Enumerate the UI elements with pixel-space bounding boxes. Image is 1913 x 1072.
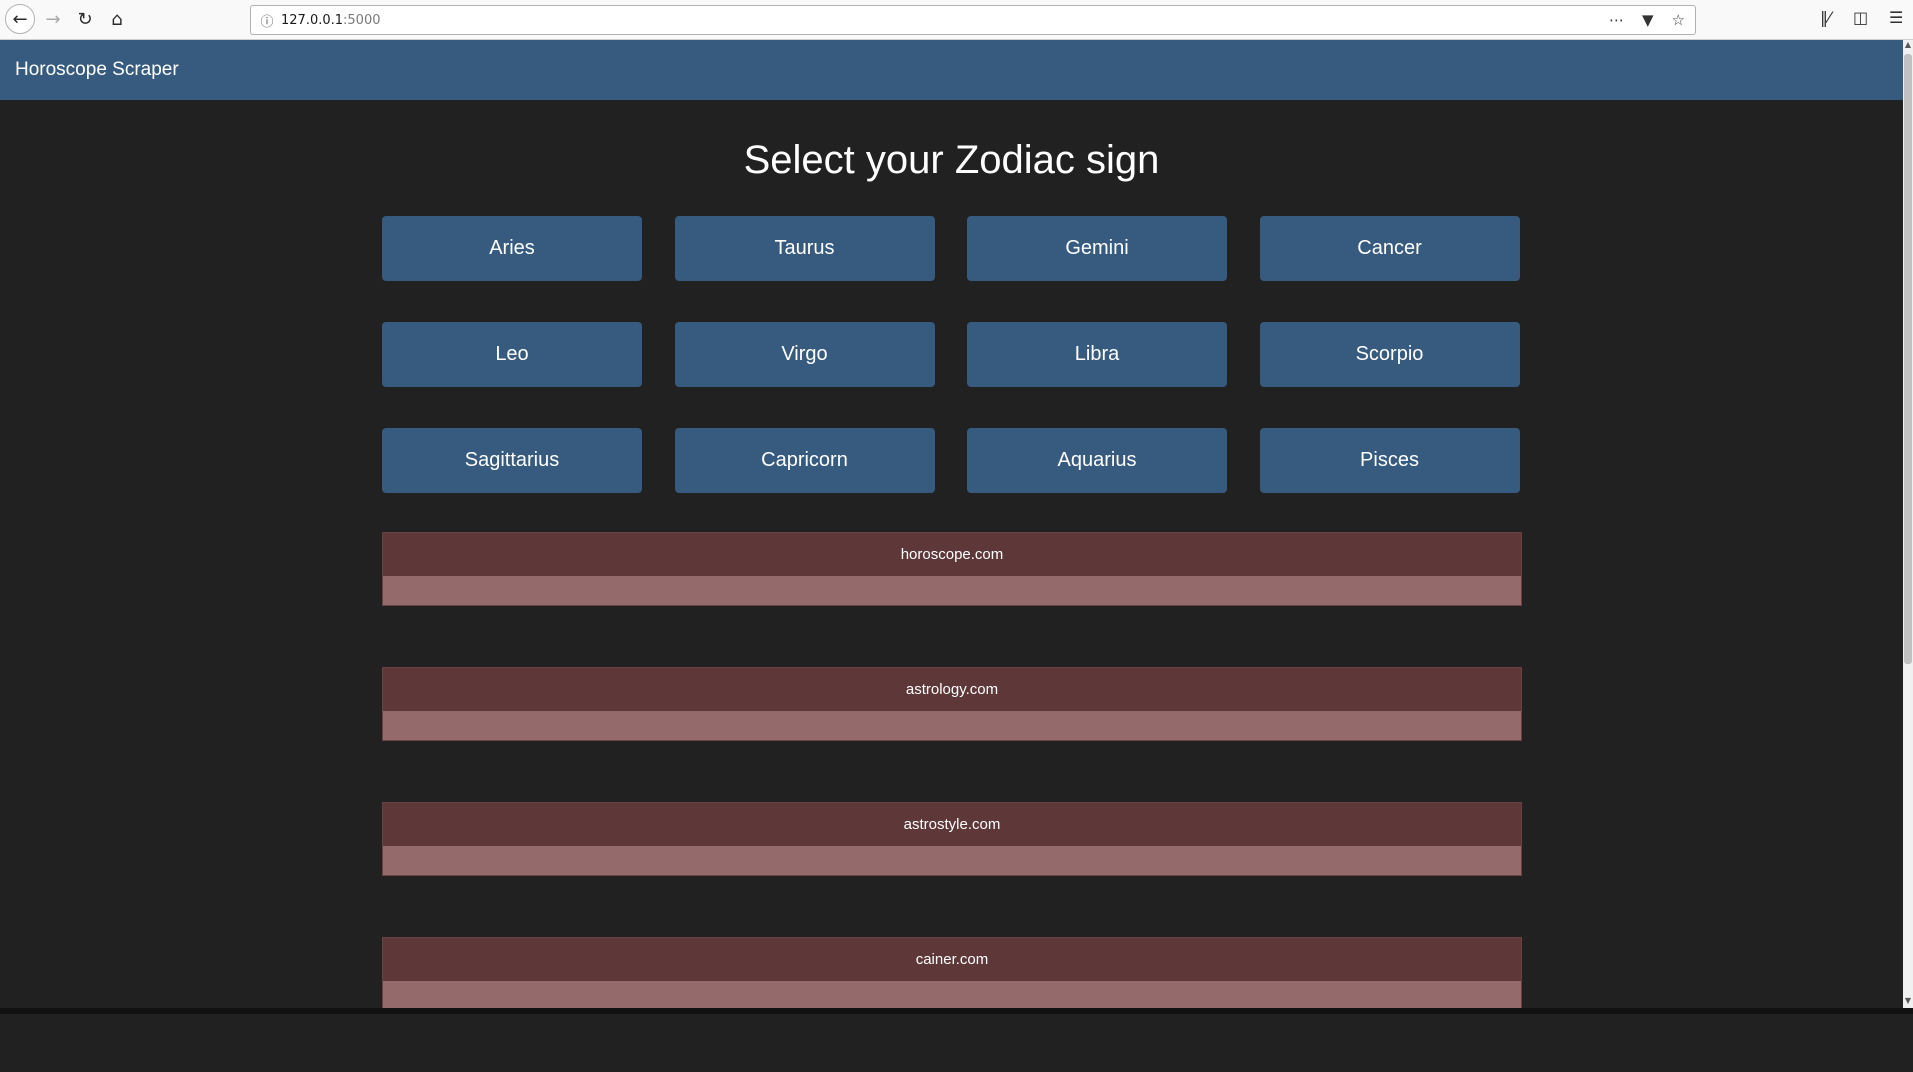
scroll-down-icon[interactable]: ▼ [1903, 996, 1913, 1008]
taskbar [0, 1008, 1913, 1014]
source-card-body [383, 576, 1521, 605]
sign-button-pisces[interactable]: Pisces [1259, 428, 1520, 493]
sign-button-sagittarius[interactable]: Sagittarius [382, 428, 642, 493]
sign-button-aquarius[interactable]: Aquarius [967, 428, 1227, 493]
source-card-cainer: cainer.com [382, 937, 1522, 1011]
source-card-body [383, 846, 1521, 875]
source-card-header: cainer.com [383, 938, 1521, 981]
sign-button-taurus[interactable]: Taurus [674, 216, 935, 281]
sign-button-virgo[interactable]: Virgo [674, 322, 935, 387]
sign-button-gemini[interactable]: Gemini [967, 216, 1227, 281]
hamburger-menu-icon[interactable]: ☰ [1889, 8, 1903, 27]
info-icon[interactable]: ⓘ [253, 11, 281, 30]
star-bookmark-icon[interactable]: ☆ [1672, 11, 1685, 29]
horoscope-sources: horoscope.com astrology.com astrostyle.c… [382, 532, 1522, 1072]
library-icon[interactable]: ‖⁄ [1820, 8, 1831, 27]
zodiac-sign-grid: Aries Taurus Gemini Cancer Leo Virgo Lib… [382, 216, 1520, 493]
source-card-body [383, 711, 1521, 740]
sign-button-scorpio[interactable]: Scorpio [1259, 322, 1520, 387]
home-icon[interactable]: ⌂ [102, 4, 132, 34]
url-host: 127.0.0.1 [281, 12, 344, 28]
source-card-astrostyle: astrostyle.com [382, 802, 1522, 876]
scrollbar-thumb[interactable] [1904, 54, 1912, 664]
sign-button-libra[interactable]: Libra [967, 322, 1227, 387]
source-card-header: astrology.com [383, 668, 1521, 711]
url-port: :5000 [343, 12, 381, 28]
more-actions-icon[interactable]: ⋯ [1609, 11, 1624, 29]
pocket-icon[interactable]: ▼ [1642, 11, 1654, 29]
scroll-up-icon[interactable]: ▲ [1903, 40, 1913, 52]
sign-button-cancer[interactable]: Cancer [1259, 216, 1520, 281]
sign-button-leo[interactable]: Leo [382, 322, 642, 387]
back-arrow-icon[interactable]: ← [5, 4, 35, 34]
url-bar[interactable]: ⓘ 127.0.0.1:5000 ⋯ ▼ ☆ [250, 5, 1696, 35]
page-title: Select your Zodiac sign [743, 138, 1160, 182]
source-card-horoscope: horoscope.com [382, 532, 1522, 606]
brand-link[interactable]: Horoscope Scraper [15, 40, 179, 100]
source-card-astrology: astrology.com [382, 667, 1522, 741]
page-scrollbar[interactable]: ▲ ▼ [1903, 40, 1913, 1008]
navbar: Horoscope Scraper [0, 40, 1903, 100]
forward-arrow-icon[interactable]: → [38, 4, 68, 34]
reload-icon[interactable]: ↻ [70, 4, 100, 34]
browser-toolbar: ← → ↻ ⌂ ⓘ 127.0.0.1:5000 ⋯ ▼ ☆ ‖⁄ ◫ ☰ [0, 0, 1913, 40]
sign-button-capricorn[interactable]: Capricorn [674, 428, 935, 493]
sidebar-icon[interactable]: ◫ [1853, 8, 1868, 27]
sign-button-aries[interactable]: Aries [382, 216, 642, 281]
source-card-header: horoscope.com [383, 533, 1521, 576]
source-card-header: astrostyle.com [383, 803, 1521, 846]
source-card-body [383, 981, 1521, 1010]
